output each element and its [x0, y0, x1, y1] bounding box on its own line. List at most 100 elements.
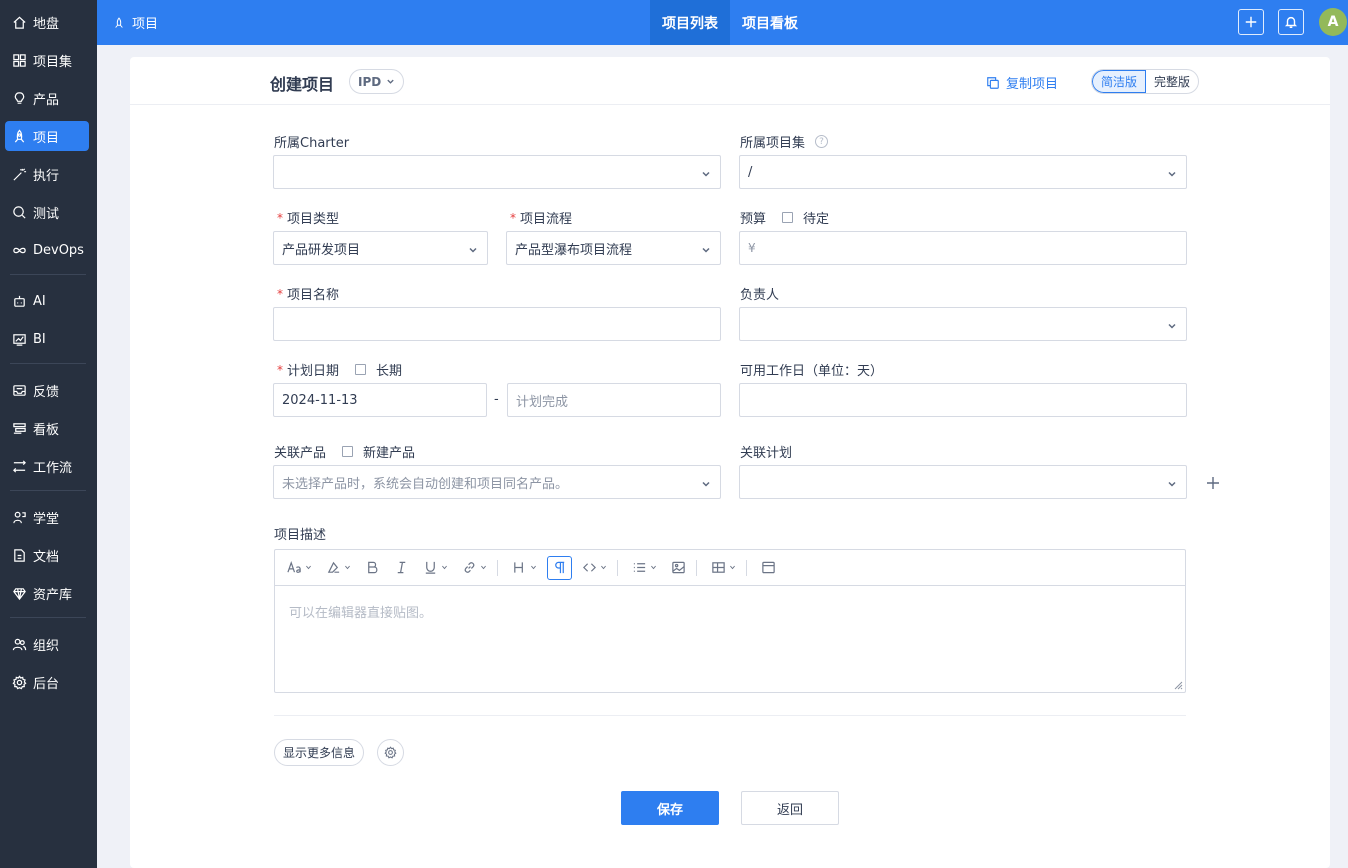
image-button[interactable] [667, 556, 690, 580]
format-painter-button[interactable] [322, 556, 355, 580]
bell-icon [1284, 16, 1298, 28]
italic-button[interactable] [390, 556, 413, 580]
avatar[interactable]: A [1319, 8, 1347, 36]
charter-select[interactable] [273, 155, 721, 189]
new-product-checkbox[interactable] [342, 446, 354, 457]
italic-icon [397, 561, 406, 574]
sidebar-item-label: 产品 [33, 92, 60, 108]
sidebar-item-label: 资产库 [33, 587, 73, 603]
help-icon[interactable]: ? [815, 135, 829, 148]
flow-select[interactable]: 产品型瀑布项目流程 [506, 231, 721, 265]
show-more-button[interactable]: 显示更多信息 [274, 739, 365, 766]
chevron-down-icon [1167, 320, 1177, 330]
list-button[interactable] [628, 556, 661, 580]
settings-button[interactable] [377, 739, 404, 766]
workflow-icon [5, 459, 33, 474]
list-icon [633, 563, 646, 572]
wand-icon [5, 167, 33, 182]
save-button[interactable]: 保存 [621, 791, 719, 825]
divider [274, 715, 1186, 716]
type-label: * 项目类型 [277, 210, 340, 228]
bold-icon [368, 561, 378, 574]
type-select[interactable]: 产品研发项目 [273, 231, 488, 265]
desc-label: 项目描述 [274, 528, 327, 543]
charter-label: 所属Charter [274, 136, 350, 151]
sidebar-item-feedback[interactable]: 反馈 [5, 375, 89, 405]
sidebar-item-home[interactable]: 地盘 [5, 7, 89, 37]
sidebar-item-label: 文档 [33, 549, 60, 565]
date-label: * 计划日期 长期 [277, 360, 402, 380]
sidebar-divider [10, 617, 86, 618]
gear-icon [384, 746, 397, 759]
notification-button[interactable] [1278, 9, 1304, 35]
sidebar-item-org[interactable]: 组织 [5, 629, 89, 659]
description-editor[interactable]: 可以在编辑器直接贴图。 [274, 549, 1186, 693]
sidebar-item-project[interactable]: 项目 [5, 121, 89, 151]
sidebar-item-product[interactable]: 产品 [5, 83, 89, 113]
name-label: * 项目名称 [277, 286, 340, 304]
copy-icon [987, 76, 999, 89]
copy-project-button[interactable]: 复制项目 [986, 73, 1058, 92]
sidebar-divider [10, 490, 86, 491]
layout-button[interactable] [757, 556, 780, 580]
tab-project-kanban[interactable]: 项目看板 [730, 0, 810, 45]
owner-select[interactable] [739, 307, 1187, 341]
budget-input[interactable]: ¥ [739, 231, 1187, 265]
tab-project-list[interactable]: 项目列表 [650, 0, 730, 45]
sidebar-item-docs[interactable]: 文档 [5, 540, 89, 570]
sidebar-item-label: DevOps [33, 242, 84, 258]
sidebar-item-label: 项目集 [33, 54, 73, 70]
link-button[interactable] [458, 556, 491, 580]
sidebar-item-bi[interactable]: BI [5, 324, 89, 354]
chevron-down-icon [600, 560, 607, 575]
font-size-button[interactable] [283, 556, 316, 580]
bold-button[interactable] [361, 556, 384, 580]
chevron-down-icon [441, 560, 448, 575]
plan-select[interactable] [739, 465, 1187, 499]
sidebar-item-test[interactable]: 测试 [5, 197, 89, 227]
sidebar-item-workflow[interactable]: 工作流 [5, 451, 89, 481]
new-product-label: 新建产品 [363, 446, 416, 461]
add-button[interactable] [1238, 9, 1264, 35]
back-button[interactable]: 返回 [741, 791, 839, 825]
table-button[interactable] [707, 556, 740, 580]
model-dropdown[interactable]: IPD [349, 69, 405, 94]
kanban-icon [5, 421, 33, 436]
sidebar-item-ai[interactable]: AI [5, 286, 89, 316]
sidebar-item-school[interactable]: 学堂 [5, 502, 89, 532]
school-icon [5, 510, 33, 525]
home-icon [5, 15, 33, 30]
version-simple[interactable]: 简洁版 [1092, 70, 1147, 93]
add-plan-button[interactable] [1206, 476, 1220, 490]
model-label: IPD [358, 74, 382, 89]
heading-button[interactable] [508, 556, 541, 580]
panel-header: 创建项目 IPD 复制项目 简洁版 完整版 [130, 57, 1330, 105]
project-name-input[interactable] [273, 307, 721, 341]
sidebar-item-devops[interactable]: DevOps [5, 235, 89, 265]
sidebar-item-kanban[interactable]: 看板 [5, 413, 89, 443]
layout-icon [762, 561, 775, 574]
sidebar-item-admin[interactable]: 后台 [5, 667, 89, 697]
workdays-input[interactable] [739, 383, 1187, 417]
program-select[interactable]: / [739, 155, 1187, 189]
sidebar-item-assets[interactable]: 资产库 [5, 578, 89, 608]
sidebar-item-label: 执行 [33, 168, 60, 184]
product-select[interactable]: 未选择产品时，系统会自动创建和项目同名产品。 [273, 465, 721, 499]
gear-icon [5, 674, 33, 690]
longterm-checkbox[interactable] [355, 364, 367, 375]
version-full[interactable]: 完整版 [1146, 70, 1198, 93]
breadcrumb[interactable]: 项目 [113, 0, 158, 45]
code-button[interactable] [578, 556, 611, 580]
budget-tbd-checkbox[interactable] [782, 212, 794, 223]
sidebar-item-execution[interactable]: 执行 [5, 159, 89, 189]
underline-button[interactable] [419, 556, 452, 580]
begin-date-input[interactable]: 2024-11-13 [273, 383, 487, 417]
budget-label: 预算 待定 [740, 208, 829, 227]
search-icon [5, 205, 33, 220]
paragraph-button[interactable] [547, 555, 572, 580]
end-date-input[interactable]: 计划完成 [507, 383, 721, 417]
version-toggle: 简洁版 完整版 [1091, 69, 1200, 94]
resize-handle-icon[interactable] [1173, 680, 1183, 690]
sidebar-item-programs[interactable]: 项目集 [5, 45, 89, 75]
top-navbar: 项目 项目列表 项目看板 A [97, 0, 1348, 45]
